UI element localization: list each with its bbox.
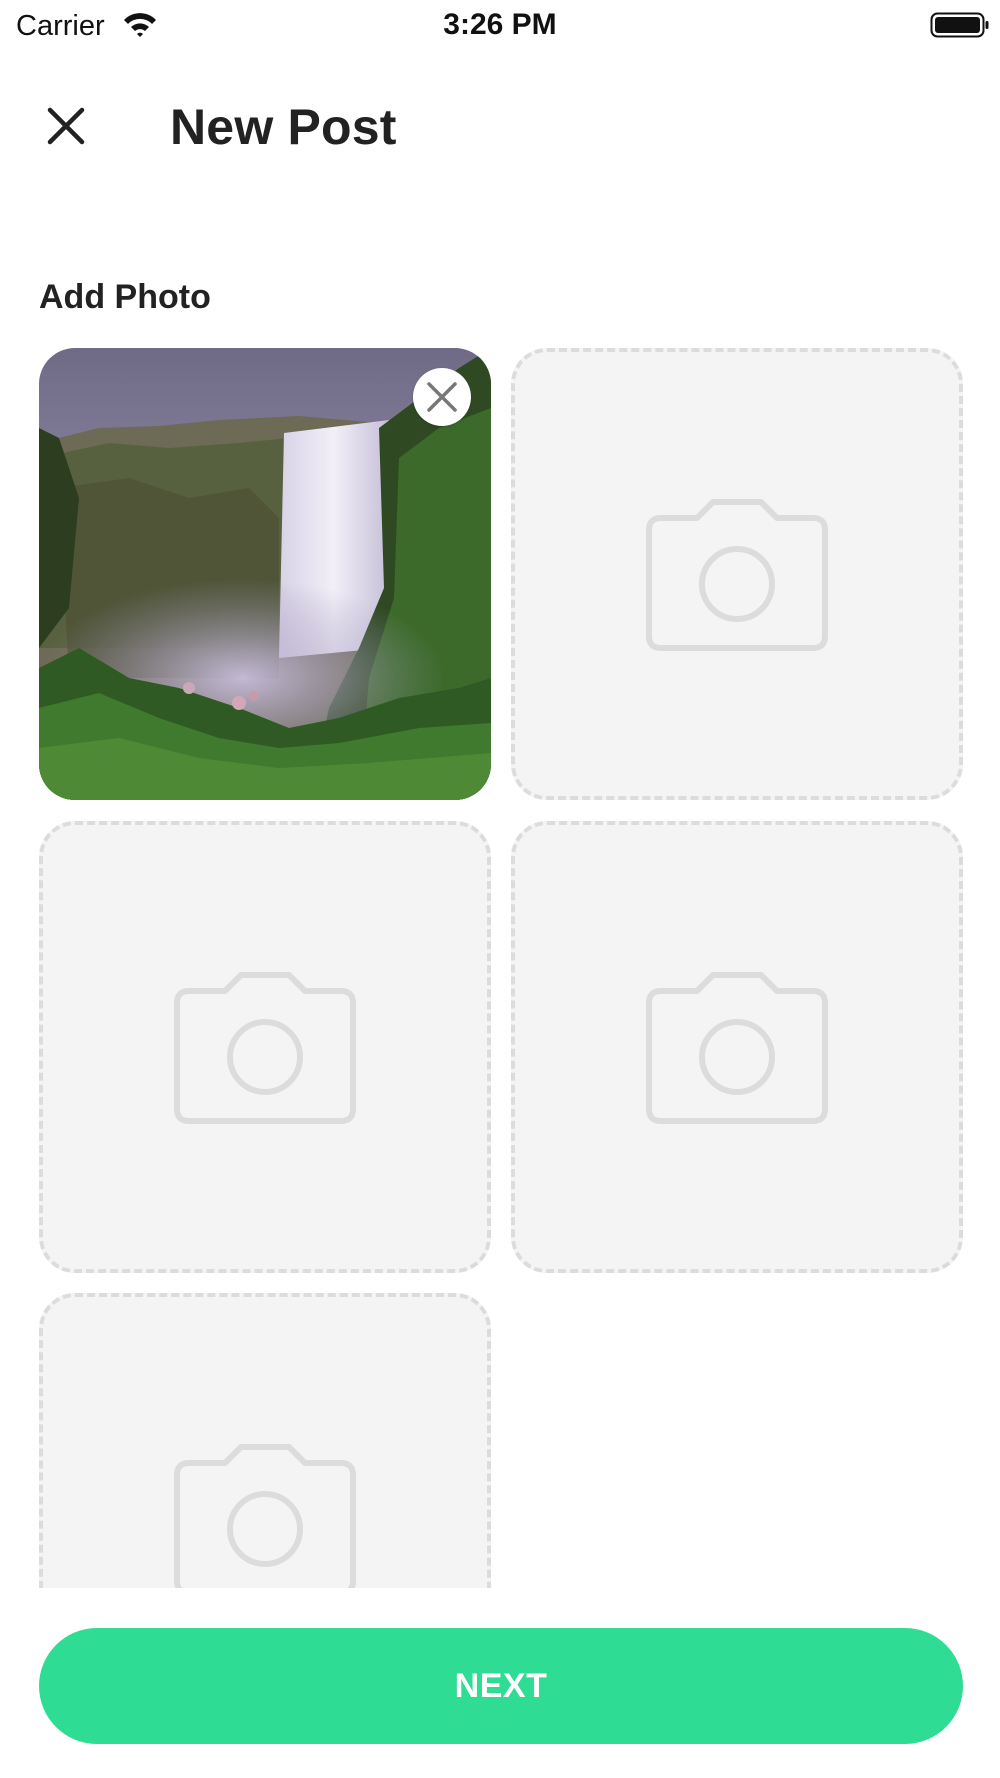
camera-icon [646,499,828,651]
next-button[interactable]: NEXT [39,1628,963,1744]
remove-photo-button[interactable] [413,368,471,426]
camera-icon [174,972,356,1124]
battery-icon [930,12,989,38]
remove-icon [427,382,457,412]
photo-slot-filled[interactable] [39,348,491,800]
page-title: New Post [170,99,397,155]
photo-grid[interactable] [0,340,1000,1588]
close-button[interactable] [36,96,96,156]
photo-slot-empty[interactable] [511,348,963,800]
add-photo-label: Add Photo [39,278,211,316]
camera-icon [174,1444,356,1588]
close-icon [47,107,85,145]
photo-slot-empty[interactable] [511,821,963,1273]
camera-icon [646,972,828,1124]
status-bar: Carrier 3:26 PM [0,0,1000,50]
photo-slot-empty[interactable] [39,1293,491,1588]
clock: 3:26 PM [443,8,557,41]
photo-slot-empty[interactable] [39,821,491,1273]
